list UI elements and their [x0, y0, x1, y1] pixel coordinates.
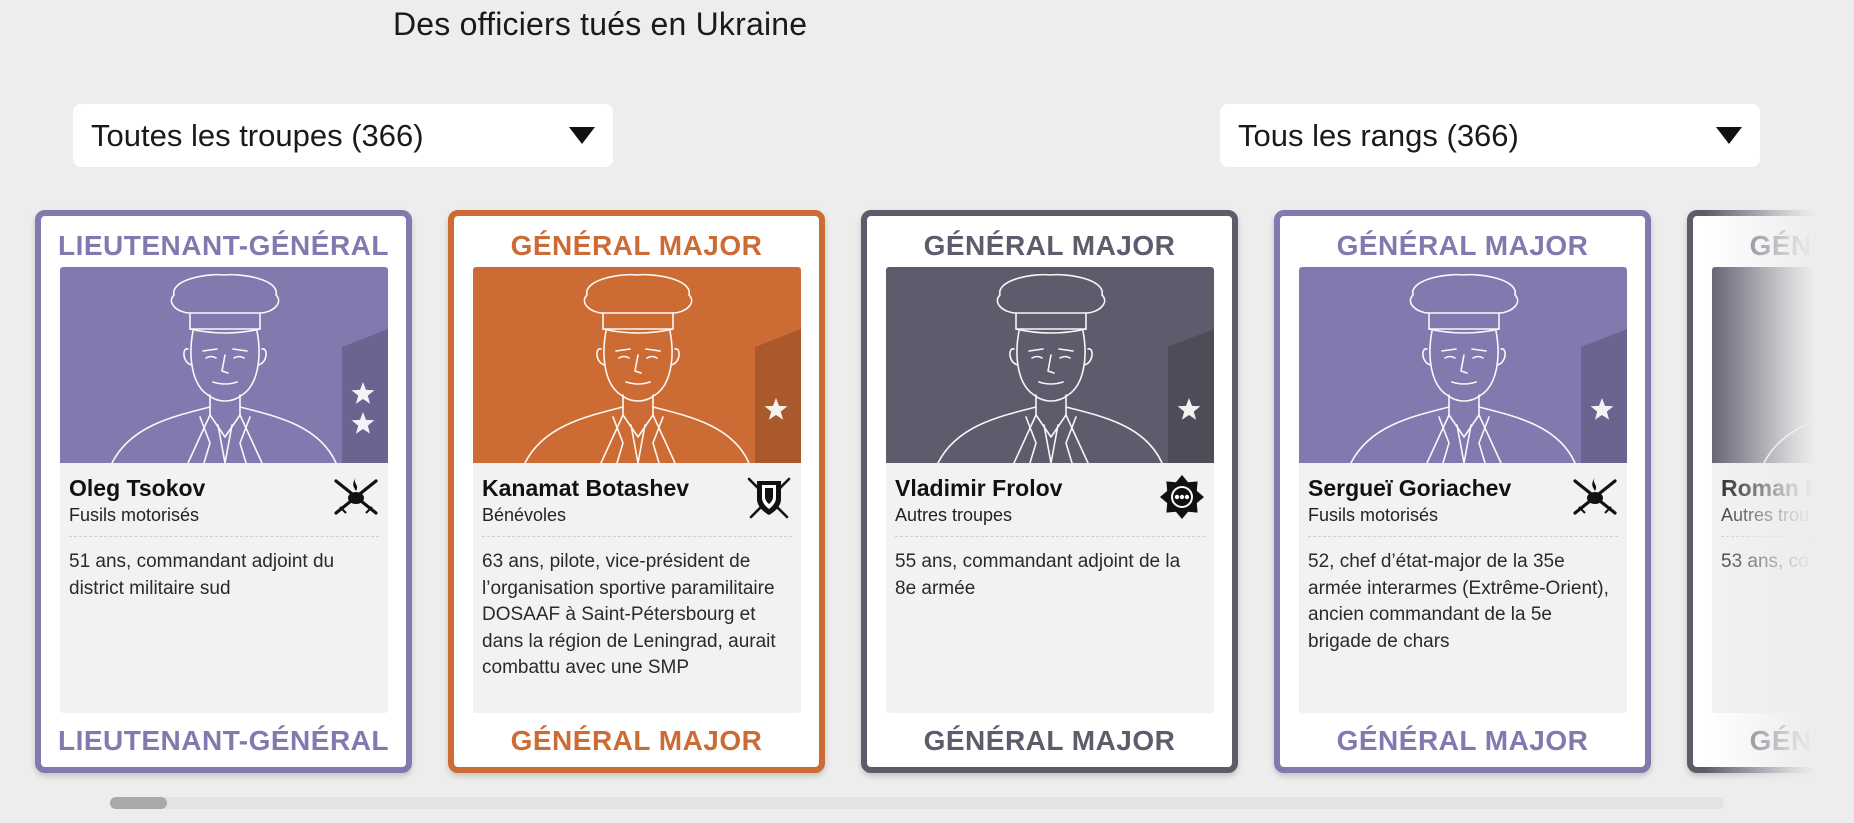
dropdown-arrow-icon: [1716, 127, 1742, 144]
rank-footer: LIEUTENANT-GÉNÉRAL: [58, 725, 389, 756]
horizontal-scrollbar[interactable]: [110, 797, 1724, 809]
crossed-rifles-icon: [332, 473, 380, 521]
divider: [69, 536, 379, 537]
divider: [1721, 536, 1814, 537]
officer-troop: Autres trou: [1721, 505, 1810, 525]
officer-description: 53 ans, co corps d’ar autoprocl: [1721, 551, 1814, 572]
shield-swords-icon: [745, 473, 793, 521]
rank-footer: GÉNÉRAL MAJOR: [1749, 725, 1814, 756]
officer-info: Sergueï Goriachev Fusils motorisés 52, c…: [1299, 463, 1627, 713]
rank-title: GÉNÉRAL MAJOR: [1749, 230, 1814, 261]
page-title: Des officiers tués en Ukraine: [393, 6, 808, 42]
divider: [482, 536, 792, 537]
troops-filter-select[interactable]: Toutes les troupes (366): [73, 104, 613, 167]
rank-title: GÉNÉRAL MAJOR: [923, 230, 1176, 261]
officer-description: 52, chef d’état-major de la 35e armée in…: [1308, 551, 1609, 652]
rank-footer: GÉNÉRAL MAJOR: [1336, 725, 1589, 756]
officer-name: Roman K: [1721, 475, 1814, 501]
officer-card[interactable]: GÉNÉRAL MAJOR Roman K: [1687, 210, 1814, 773]
rank-footer: GÉNÉRAL MAJOR: [510, 725, 763, 756]
dropdown-arrow-icon: [569, 127, 595, 144]
ranks-filter-value: Tous les rangs (366): [1238, 117, 1519, 153]
officer-info: Vladimir Frolov Autres troupes 55 ans, c…: [886, 463, 1214, 713]
rank-title: GÉNÉRAL MAJOR: [1336, 230, 1589, 261]
badge-dots-icon: [1158, 473, 1206, 521]
officer-cards-carousel[interactable]: LIEUTENANT-GÉNÉRAL Oleg Tsokov Fusils mo…: [0, 200, 1814, 790]
officer-card[interactable]: GÉNÉRAL MAJOR Sergueï Goriachev Fusils m…: [1274, 210, 1651, 773]
officer-card[interactable]: GÉNÉRAL MAJOR Vladimir Frolov Autres tro…: [861, 210, 1238, 773]
crossed-rifles-icon: [1571, 473, 1619, 521]
rank-title: LIEUTENANT-GÉNÉRAL: [58, 230, 389, 261]
ranks-filter-select[interactable]: Tous les rangs (366): [1220, 104, 1760, 167]
officer-info: Kanamat Botashev Bénévoles 63 ans, pilot…: [473, 463, 801, 713]
rank-title: GÉNÉRAL MAJOR: [510, 230, 763, 261]
scrollbar-thumb[interactable]: [110, 797, 167, 809]
officer-portrait: [886, 267, 1214, 463]
officer-info: Roman K Autres trou 53 ans, co corps d’a…: [1712, 463, 1814, 713]
officer-description: 63 ans, pilote, vice-président de l’orga…: [482, 551, 776, 678]
officer-card[interactable]: GÉNÉRAL MAJOR Kanamat Botashev Bénévoles…: [448, 210, 825, 773]
officer-portrait: [1299, 267, 1627, 463]
officer-portrait: [1712, 267, 1814, 463]
officer-card[interactable]: LIEUTENANT-GÉNÉRAL Oleg Tsokov Fusils mo…: [35, 210, 412, 773]
troops-filter-value: Toutes les troupes (366): [91, 117, 424, 153]
officer-portrait: [473, 267, 801, 463]
rank-footer: GÉNÉRAL MAJOR: [923, 725, 1176, 756]
divider: [895, 536, 1205, 537]
officer-portrait: [60, 267, 388, 463]
officer-info: Oleg Tsokov Fusils motorisés 51 ans, com…: [60, 463, 388, 713]
officer-description: 51 ans, commandant adjoint du district m…: [69, 551, 335, 599]
officer-description: 55 ans, commandant adjoint de la 8e armé…: [895, 551, 1181, 599]
divider: [1308, 536, 1618, 537]
